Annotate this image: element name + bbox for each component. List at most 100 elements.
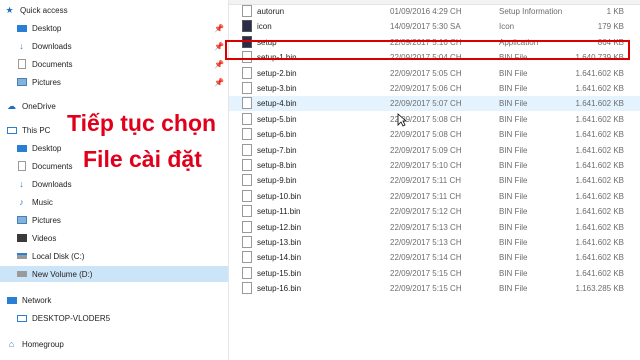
nav-pc-documents[interactable]: Documents xyxy=(16,158,72,174)
nav-quick-pictures[interactable]: Pictures 📌 xyxy=(16,74,228,90)
file-icon xyxy=(242,251,252,264)
nav-quick-downloads[interactable]: ↓ Downloads 📌 xyxy=(16,38,228,54)
file-size: 1.641.602 KB xyxy=(575,238,624,247)
file-date: 22/09/2017 5:13 CH xyxy=(390,238,462,247)
file-icon xyxy=(242,128,252,141)
file-size: 1.163.285 KB xyxy=(575,284,624,294)
downloads-icon: ↓ xyxy=(19,179,24,189)
nav-label: New Volume (D:) xyxy=(32,269,93,279)
nav-network[interactable]: Network xyxy=(6,292,51,308)
pin-icon[interactable]: 📌 xyxy=(214,42,224,51)
nav-homegroup[interactable]: ⌂ Homegroup xyxy=(6,336,64,352)
desktop-icon xyxy=(16,23,27,34)
file-row[interactable]: setup-10.bin 22/09/2017 5:11 CH BIN File 1.… xyxy=(229,189,640,204)
file-name: setup-15.bin xyxy=(257,268,302,278)
nav-quick-documents[interactable]: Documents 📌 xyxy=(16,56,228,72)
setup-info-icon xyxy=(242,5,252,17)
file-type: BIN File xyxy=(499,84,528,93)
file-size: 1.641.602 KB xyxy=(575,99,624,109)
file-icon xyxy=(242,189,252,202)
file-date: 22/09/2017 5:08 CH xyxy=(390,130,462,140)
file-type: BIN File xyxy=(499,68,528,78)
nav-label: Quick access xyxy=(20,5,68,15)
network-icon xyxy=(6,295,17,306)
file-type: BIN File xyxy=(499,268,528,278)
file-size: 1.641.602 KB xyxy=(575,268,624,278)
file-name: setup-12.bin xyxy=(257,222,302,232)
file-size: 1.641.602 KB xyxy=(575,253,624,263)
file-name: setup-13.bin xyxy=(257,238,302,247)
file-type: BIN File xyxy=(499,114,528,124)
nav-pc-videos[interactable]: Videos xyxy=(16,230,56,246)
file-row[interactable]: setup-5.bin 22/09/2017 5:08 CH BIN File 1.6… xyxy=(229,112,640,127)
file-date: 22/09/2017 5:13 CH xyxy=(390,222,462,232)
file-row[interactable]: setup-3.bin 22/09/2017 5:06 CH BIN File 1.6… xyxy=(229,81,640,96)
nav-network-desktop[interactable]: DESKTOP-VLODER5 xyxy=(16,310,110,326)
nav-pc-new-volume[interactable]: New Volume (D:) xyxy=(0,266,228,282)
file-size: 1.641.602 KB xyxy=(575,222,624,232)
nav-label: Pictures xyxy=(32,215,61,225)
file-row[interactable]: setup-14.bin 22/09/2017 5:14 CH BIN File 1.… xyxy=(229,250,640,265)
file-row[interactable]: setup-15.bin 22/09/2017 5:15 CH BIN File 1.… xyxy=(229,266,640,281)
file-icon xyxy=(242,174,252,187)
file-size: 179 KB xyxy=(597,22,624,32)
nav-label: Local Disk (C:) xyxy=(32,251,85,261)
pin-icon[interactable]: 📌 xyxy=(214,78,224,87)
pictures-icon xyxy=(16,215,27,226)
file-type: BIN File xyxy=(499,161,528,170)
file-row[interactable]: autorun 01/09/2016 4:29 CH Setup Informati… xyxy=(229,4,640,19)
file-row[interactable]: setup-2.bin 22/09/2017 5:05 CH BIN File 1.6… xyxy=(229,66,640,81)
nav-onedrive[interactable]: ☁ OneDrive xyxy=(6,98,56,114)
file-name: setup-16.bin xyxy=(257,284,302,294)
file-date: 22/09/2017 5:07 CH xyxy=(390,99,462,109)
file-row[interactable]: setup-11.bin 22/09/2017 5:12 CH BIN File 1.… xyxy=(229,204,640,219)
file-icon xyxy=(242,220,252,233)
file-size: 1.641.602 KB xyxy=(575,84,624,93)
file-row[interactable]: setup-16.bin 22/09/2017 5:15 CH BIN File 1.… xyxy=(229,281,640,296)
file-row[interactable]: icon 14/09/2017 5:30 SA Icon 179 KB xyxy=(229,19,640,34)
drive-icon xyxy=(16,269,27,280)
nav-pc-local-disk[interactable]: Local Disk (C:) xyxy=(16,248,84,264)
nav-pc-downloads[interactable]: ↓ Downloads xyxy=(16,176,72,192)
file-row[interactable]: setup-4.bin 22/09/2017 5:07 CH BIN File 1.6… xyxy=(229,96,640,112)
file-name: setup-6.bin xyxy=(257,130,297,140)
nav-label: Downloads xyxy=(32,179,72,189)
nav-pc-desktop[interactable]: Desktop xyxy=(16,140,61,156)
file-row[interactable]: setup-8.bin 22/09/2017 5:10 CH BIN File 1.6… xyxy=(229,158,640,173)
file-row[interactable]: setup-13.bin 22/09/2017 5:13 CH BIN File 1.… xyxy=(229,235,640,250)
pin-icon[interactable]: 📌 xyxy=(214,24,224,33)
nav-label: Network xyxy=(22,295,52,305)
nav-this-pc[interactable]: This PC xyxy=(6,122,50,138)
nav-pc-pictures[interactable]: Pictures xyxy=(16,212,61,228)
file-type: BIN File xyxy=(499,145,528,155)
file-name: setup-8.bin xyxy=(257,161,297,170)
downloads-icon: ↓ xyxy=(19,41,24,51)
file-date: 14/09/2017 5:30 SA xyxy=(390,22,461,32)
file-icon xyxy=(242,66,252,79)
nav-label: DESKTOP-VLODER5 xyxy=(32,313,111,323)
file-icon xyxy=(242,112,252,125)
cloud-icon: ☁ xyxy=(7,100,16,111)
file-icon xyxy=(242,282,252,295)
file-row[interactable]: setup-12.bin 22/09/2017 5:13 CH BIN File 1.… xyxy=(229,220,640,235)
nav-pc-music[interactable]: ♪ Music xyxy=(16,194,53,210)
file-type: BIN File xyxy=(499,191,528,201)
nav-quick-desktop[interactable]: Desktop 📌 xyxy=(16,20,228,36)
documents-icon xyxy=(16,59,27,70)
file-type: BIN File xyxy=(499,99,528,109)
caption-line-2: File cài đặt xyxy=(83,146,202,172)
nav-label: OneDrive xyxy=(22,101,56,111)
file-row[interactable]: setup-7.bin 22/09/2017 5:09 CH BIN File 1.6… xyxy=(229,143,640,158)
nav-quick-access[interactable]: ★ Quick access xyxy=(4,2,68,18)
file-row[interactable]: setup-9.bin 22/09/2017 5:11 CH BIN File 1.6… xyxy=(229,173,640,188)
file-date: 01/09/2016 4:29 CH xyxy=(390,7,462,16)
file-name: setup-11.bin xyxy=(257,207,301,217)
file-type: BIN File xyxy=(499,207,528,217)
file-size: 1.641.602 KB xyxy=(575,191,624,201)
file-size: 1.641.602 KB xyxy=(575,114,624,124)
file-row[interactable]: setup-6.bin 22/09/2017 5:08 CH BIN File 1.6… xyxy=(229,127,640,142)
file-date: 22/09/2017 5:12 CH xyxy=(390,207,462,217)
desktop-icon xyxy=(16,143,27,154)
pin-icon[interactable]: 📌 xyxy=(214,60,224,69)
nav-label: Downloads xyxy=(32,41,72,51)
